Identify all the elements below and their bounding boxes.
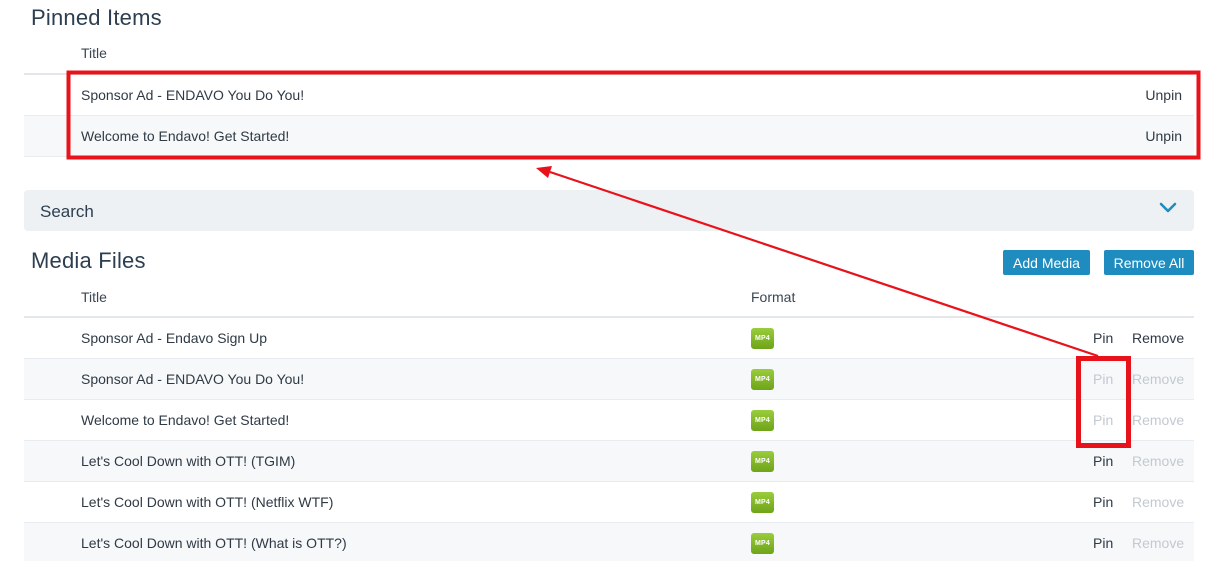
table-row: Let's Cool Down with OTT! (TGIM) MP4 Pin… <box>24 441 1194 482</box>
remove-button[interactable]: Remove <box>1132 318 1184 359</box>
mp4-format-icon: MP4 <box>751 492 774 513</box>
media-file-title: Let's Cool Down with OTT! (TGIM) <box>81 453 296 469</box>
pinned-items-heading: Pinned Items <box>31 5 162 30</box>
table-row: Let's Cool Down with OTT! (Netflix WTF) … <box>24 482 1194 523</box>
pin-button[interactable]: Pin <box>1093 318 1113 359</box>
pinned-item-title: Sponsor Ad - ENDAVO You Do You! <box>81 87 305 103</box>
mp4-format-icon: MP4 <box>751 369 774 390</box>
annotation-arrow-head <box>536 166 552 178</box>
pin-button: Pin <box>1093 371 1114 387</box>
add-media-button[interactable]: Add Media <box>1003 250 1090 275</box>
mp4-format-icon: MP4 <box>751 328 774 349</box>
media-title-column-header: Title <box>81 289 107 305</box>
remove-button: Remove <box>1132 494 1185 510</box>
mp4-format-icon: MP4 <box>751 533 774 554</box>
media-file-title: Let's Cool Down with OTT! (Netflix WTF) <box>81 494 334 510</box>
remove-button: Remove <box>1132 371 1185 387</box>
search-panel-toggle[interactable]: Search <box>24 190 1194 231</box>
search-panel-label: Search <box>40 202 94 221</box>
unpin-button[interactable]: Unpin <box>1145 75 1182 116</box>
remove-button: Remove <box>1132 412 1185 428</box>
mp4-format-icon: MP4 <box>751 451 774 472</box>
unpin-button[interactable]: Unpin <box>1145 116 1182 157</box>
mp4-format-icon: MP4 <box>751 410 774 431</box>
media-format-column-header: Format <box>751 289 796 305</box>
media-file-title: Welcome to Endavo! Get Started! <box>81 412 290 428</box>
remove-button: Remove <box>1132 535 1185 551</box>
pinned-item-title: Welcome to Endavo! Get Started! <box>81 128 290 144</box>
media-file-title: Let's Cool Down with OTT! (What is OTT?) <box>81 535 347 551</box>
remove-button: Remove <box>1132 453 1185 469</box>
pin-button[interactable]: Pin <box>1093 441 1113 482</box>
table-row: Sponsor Ad - ENDAVO You Do You! MP4 Pin … <box>24 359 1194 400</box>
pin-button: Pin <box>1093 412 1114 428</box>
pinned-title-column-header: Title <box>81 45 107 61</box>
table-row: Sponsor Ad - Endavo Sign Up MP4 Pin Remo… <box>24 318 1194 359</box>
table-row: Welcome to Endavo! Get Started! MP4 Pin … <box>24 400 1194 441</box>
chevron-down-icon <box>1159 202 1177 213</box>
table-row: Let's Cool Down with OTT! (What is OTT?)… <box>24 523 1194 561</box>
media-files-heading: Media Files <box>31 248 146 273</box>
pinned-row: Sponsor Ad - ENDAVO You Do You! Unpin <box>24 75 1194 116</box>
pin-button[interactable]: Pin <box>1093 482 1113 523</box>
media-file-title: Sponsor Ad - Endavo Sign Up <box>81 330 268 346</box>
pin-button[interactable]: Pin <box>1093 523 1113 564</box>
pinned-row: Welcome to Endavo! Get Started! Unpin <box>24 116 1194 157</box>
remove-all-button[interactable]: Remove All <box>1104 250 1194 275</box>
media-file-title: Sponsor Ad - ENDAVO You Do You! <box>81 371 305 387</box>
